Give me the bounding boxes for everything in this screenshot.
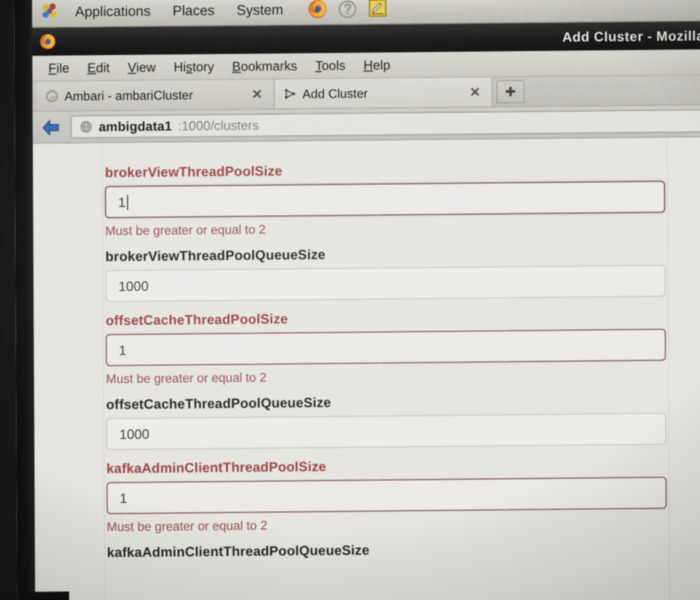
tab-label: Ambari - ambariCluster (64, 87, 194, 104)
menu-tools[interactable]: Tools (307, 56, 353, 75)
captured-screen: In loud 合学 ( El 学习 ado (14, 0, 700, 600)
input-value: 1 (118, 342, 127, 358)
menu-edit[interactable]: Edit (79, 58, 118, 77)
kafkaadminclientthreadpoolsize-input[interactable]: 1 (106, 476, 667, 515)
input-value: 1 (118, 194, 126, 210)
menu-view[interactable]: View (120, 58, 164, 77)
new-tab-button[interactable]: ✚ (496, 80, 525, 104)
url-bar[interactable]: ambigdata1 :1000/clusters (70, 109, 700, 139)
tab-label: Add Cluster (302, 86, 368, 101)
page-left-gutter (30, 143, 106, 600)
input-value: 1000 (119, 426, 150, 442)
field-label: kafkaAdminClientThreadPoolSize (106, 459, 327, 477)
field-offsetcachethreadpoolsize: offsetCacheThreadPoolSize 1 Must be grea… (106, 308, 666, 386)
field-label: brokerViewThreadPoolSize (104, 163, 283, 181)
menu-file[interactable]: File (40, 58, 77, 77)
brokerviewthreadpoolsize-input[interactable]: 1 (104, 180, 666, 219)
window-title: Add Cluster - Mozilla (562, 27, 700, 45)
menu-help[interactable]: Help (355, 55, 398, 74)
panel-launchers (306, 0, 389, 20)
url-host: ambigdata1 (98, 118, 172, 135)
text-caret (126, 194, 128, 210)
page-right-gutter (666, 137, 700, 600)
tab-add-cluster[interactable]: Add Cluster ✕ (274, 77, 493, 109)
field-label: brokerViewThreadPoolQueueSize (105, 247, 326, 265)
help-launcher-icon[interactable] (336, 0, 359, 20)
field-brokerviewthreadpoolsize: brokerViewThreadPoolSize 1 Must be great… (104, 160, 666, 239)
field-label: offsetCacheThreadPoolSize (105, 311, 289, 329)
panel-menu-system[interactable]: System (226, 0, 295, 20)
back-button-icon[interactable] (39, 116, 63, 138)
field-error-message: Must be greater or equal to 2 (106, 518, 268, 535)
field-brokerviewthreadpoolqueuesize: brokerViewThreadPoolQueueSize 1000 (105, 244, 666, 303)
text-editor-launcher-icon[interactable] (366, 0, 389, 20)
monitor-bezel-bottom-left (17, 591, 70, 600)
globe-icon (80, 120, 93, 133)
firefox-launcher-icon[interactable] (306, 0, 329, 20)
field-offsetcachethreadpoolqueuesize: offsetCacheThreadPoolQueueSize 1000 (106, 392, 667, 451)
url-path: :1000/clusters (177, 117, 259, 134)
field-label: offsetCacheThreadPoolQueueSize (106, 394, 332, 413)
firefox-window: Add Cluster - Mozilla File Edit View His… (30, 21, 700, 600)
screen-photograph: In loud 合学 ( El 学习 ado (0, 0, 700, 600)
panel-menu-applications[interactable]: Applications (64, 0, 162, 22)
field-kafkaadminclientthreadpoolsize: kafkaAdminClientThreadPoolSize 1 Must be… (106, 456, 667, 535)
monitor-bezel-left (14, 0, 36, 600)
cluster-config-form: brokerViewThreadPoolSize 1 Must be great… (105, 138, 667, 600)
tab-close-icon[interactable]: ✕ (467, 85, 484, 100)
tab-close-icon[interactable]: ✕ (249, 87, 266, 102)
input-value: 1 (119, 490, 128, 506)
gnome-foot-icon (40, 1, 60, 21)
menu-history[interactable]: History (166, 57, 223, 77)
input-value: 1000 (118, 278, 149, 294)
page-content: brokerViewThreadPoolSize 1 Must be great… (30, 137, 700, 600)
ambari-favicon (45, 90, 59, 103)
menu-bookmarks[interactable]: Bookmarks (224, 56, 305, 76)
tab-ambari-ambaricluster[interactable]: Ambari - ambariCluster ✕ (36, 79, 275, 111)
cluster-favicon (283, 87, 296, 100)
firefox-window-icon (38, 32, 57, 51)
panel-menu-places[interactable]: Places (162, 0, 226, 21)
field-error-message: Must be greater or equal to 2 (105, 222, 266, 239)
offsetcachethreadpoolqueuesize-input[interactable]: 1000 (106, 412, 667, 451)
brokerviewthreadpoolqueuesize-input[interactable]: 1000 (105, 264, 666, 303)
field-kafkaadminclientthreadpoolqueuesize: kafkaAdminClientThreadPoolQueueSize (106, 540, 667, 561)
field-label: kafkaAdminClientThreadPoolQueueSize (106, 542, 370, 561)
offsetcachethreadpoolsize-input[interactable]: 1 (105, 328, 666, 367)
field-error-message: Must be greater or equal to 2 (105, 370, 267, 387)
